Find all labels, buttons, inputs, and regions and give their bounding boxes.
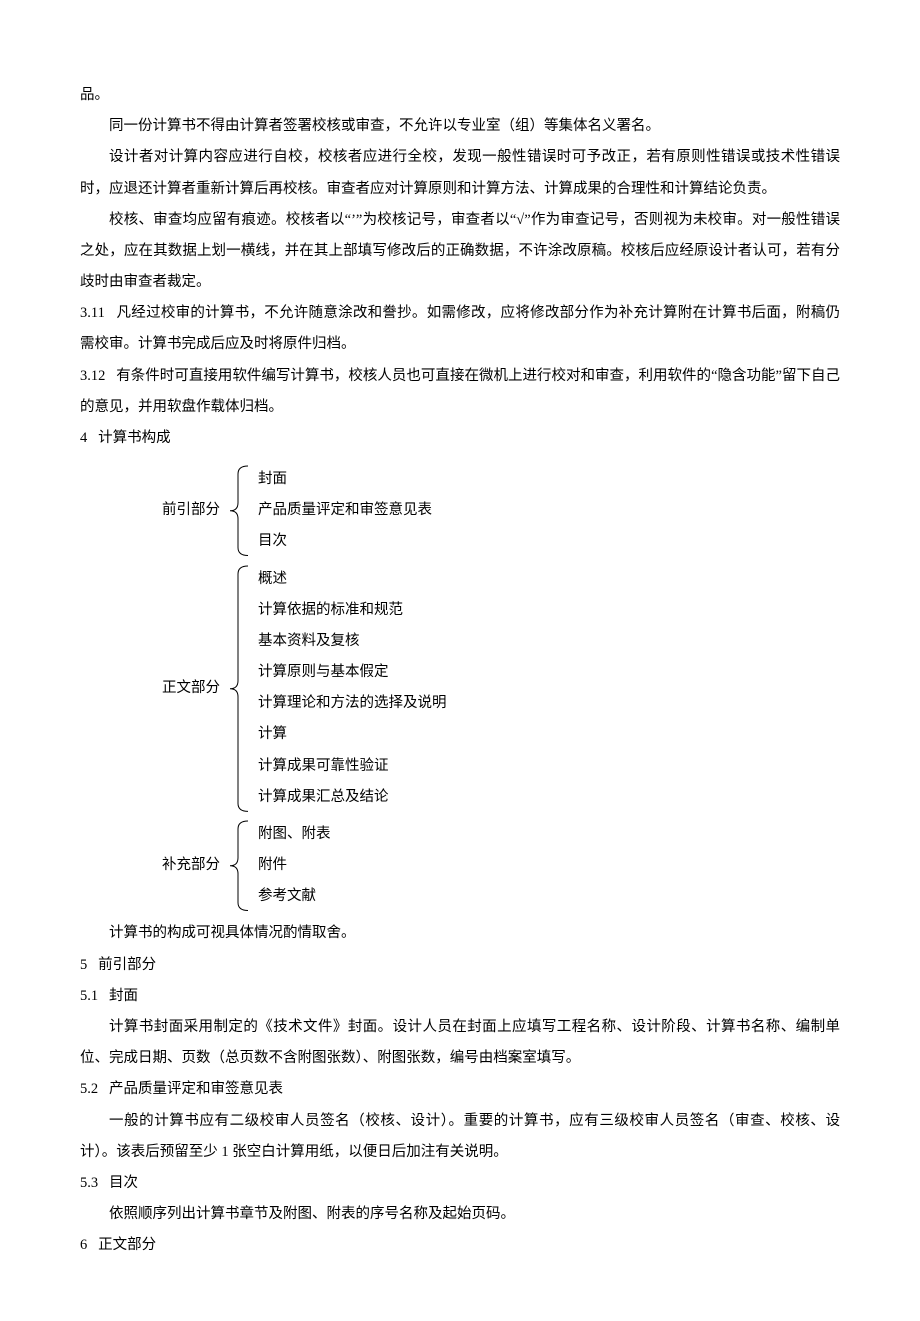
brace-item: 计算成果汇总及结论 — [258, 782, 447, 813]
brace-item: 目次 — [258, 526, 432, 557]
clause-text: 有条件时可直接用软件编写计算书，校核人员也可直接在微机上进行校对和审查，利用软件… — [80, 368, 840, 415]
body-paragraph: 计算书的构成可视具体情况酌情取舍。 — [80, 918, 840, 949]
brace-group: 前引部分封面产品质量评定和审签意见表目次 — [140, 464, 840, 558]
structure-brace-diagram: 前引部分封面产品质量评定和审签意见表目次正文部分概述计算依据的标准和规范基本资料… — [140, 464, 840, 912]
brace-item: 产品质量评定和审签意见表 — [258, 495, 432, 526]
brace-item: 计算成果可靠性验证 — [258, 751, 447, 782]
subsection-title-text: 目次 — [109, 1175, 138, 1191]
subsection-number: 5.2 — [80, 1081, 98, 1097]
brace-item: 附图、附表 — [258, 819, 331, 850]
brace-items: 概述计算依据的标准和规范基本资料及复核计算原则与基本假定计算理论和方法的选择及说… — [250, 564, 447, 813]
section-title-text: 计算书构成 — [98, 430, 171, 446]
brace-items: 附图、附表附件参考文献 — [250, 819, 331, 913]
brace-items: 封面产品质量评定和审签意见表目次 — [250, 464, 432, 558]
brace-group: 正文部分概述计算依据的标准和规范基本资料及复核计算原则与基本假定计算理论和方法的… — [140, 564, 840, 813]
body-paragraph: 同一份计算书不得由计算者签署校核或审查，不允许以专业室（组）等集体名义署名。 — [80, 111, 840, 142]
brace-item: 概述 — [258, 564, 447, 595]
brace-item: 附件 — [258, 850, 331, 881]
brace-item: 基本资料及复核 — [258, 626, 447, 657]
section-5-1-heading: 5.1 封面 — [80, 981, 840, 1012]
subsection-title-text: 封面 — [109, 988, 138, 1004]
section-5-heading: 5 前引部分 — [80, 950, 840, 981]
brace-group-body: 概述计算依据的标准和规范基本资料及复核计算原则与基本假定计算理论和方法的选择及说… — [228, 564, 447, 813]
section-6-heading: 6 正文部分 — [80, 1230, 840, 1261]
clause-3-12: 3.12 有条件时可直接用软件编写计算书，校核人员也可直接在微机上进行校对和审查… — [80, 361, 840, 423]
body-paragraph: 计算书封面采用制定的《技术文件》封面。设计人员在封面上应填写工程名称、设计阶段、… — [80, 1012, 840, 1074]
fragment-continuation: 品。 — [80, 80, 840, 111]
body-paragraph: 校核、审查均应留有痕迹。校核者以“’”为校核记号，审查者以“√”作为审查记号，否… — [80, 205, 840, 299]
section-4-heading: 4 计算书构成 — [80, 423, 840, 454]
document-page: 品。 同一份计算书不得由计算者签署校核或审查，不允许以专业室（组）等集体名义署名… — [0, 0, 920, 1321]
body-paragraph: 依照顺序列出计算书章节及附图、附表的序号名称及起始页码。 — [80, 1199, 840, 1230]
subsection-number: 5.1 — [80, 988, 98, 1004]
brace-item: 计算原则与基本假定 — [258, 657, 447, 688]
brace-item: 计算理论和方法的选择及说明 — [258, 688, 447, 719]
clause-number: 3.11 — [80, 305, 105, 321]
section-number: 6 — [80, 1237, 87, 1253]
section-title-text: 正文部分 — [98, 1237, 156, 1253]
subsection-number: 5.3 — [80, 1175, 98, 1191]
section-title-text: 前引部分 — [98, 957, 156, 973]
body-paragraph: 设计者对计算内容应进行自校，校核者应进行全校，发现一般性错误时可予改正，若有原则… — [80, 142, 840, 204]
section-number: 5 — [80, 957, 87, 973]
curly-brace-icon — [228, 464, 250, 558]
brace-group-label: 补充部分 — [140, 850, 228, 881]
brace-group: 补充部分附图、附表附件参考文献 — [140, 819, 840, 913]
brace-group-body: 附图、附表附件参考文献 — [228, 819, 331, 913]
clause-text: 凡经过校审的计算书，不允许随意涂改和誊抄。如需修改，应将修改部分作为补充计算附在… — [80, 305, 840, 352]
body-paragraph: 一般的计算书应有二级校审人员签名（校核、设计）。重要的计算书，应有三级校审人员签… — [80, 1106, 840, 1168]
subsection-title-text: 产品质量评定和审签意见表 — [109, 1081, 283, 1097]
brace-item: 计算依据的标准和规范 — [258, 595, 447, 626]
curly-brace-icon — [228, 819, 250, 913]
section-5-2-heading: 5.2 产品质量评定和审签意见表 — [80, 1074, 840, 1105]
clause-number: 3.12 — [80, 368, 105, 384]
brace-group-body: 封面产品质量评定和审签意见表目次 — [228, 464, 432, 558]
section-5-3-heading: 5.3 目次 — [80, 1168, 840, 1199]
section-number: 4 — [80, 430, 87, 446]
clause-3-11: 3.11 凡经过校审的计算书，不允许随意涂改和誊抄。如需修改，应将修改部分作为补… — [80, 298, 840, 360]
brace-item: 计算 — [258, 719, 447, 750]
brace-item: 封面 — [258, 464, 432, 495]
brace-group-label: 前引部分 — [140, 495, 228, 526]
brace-group-label: 正文部分 — [140, 673, 228, 704]
curly-brace-icon — [228, 564, 250, 813]
brace-item: 参考文献 — [258, 881, 331, 912]
